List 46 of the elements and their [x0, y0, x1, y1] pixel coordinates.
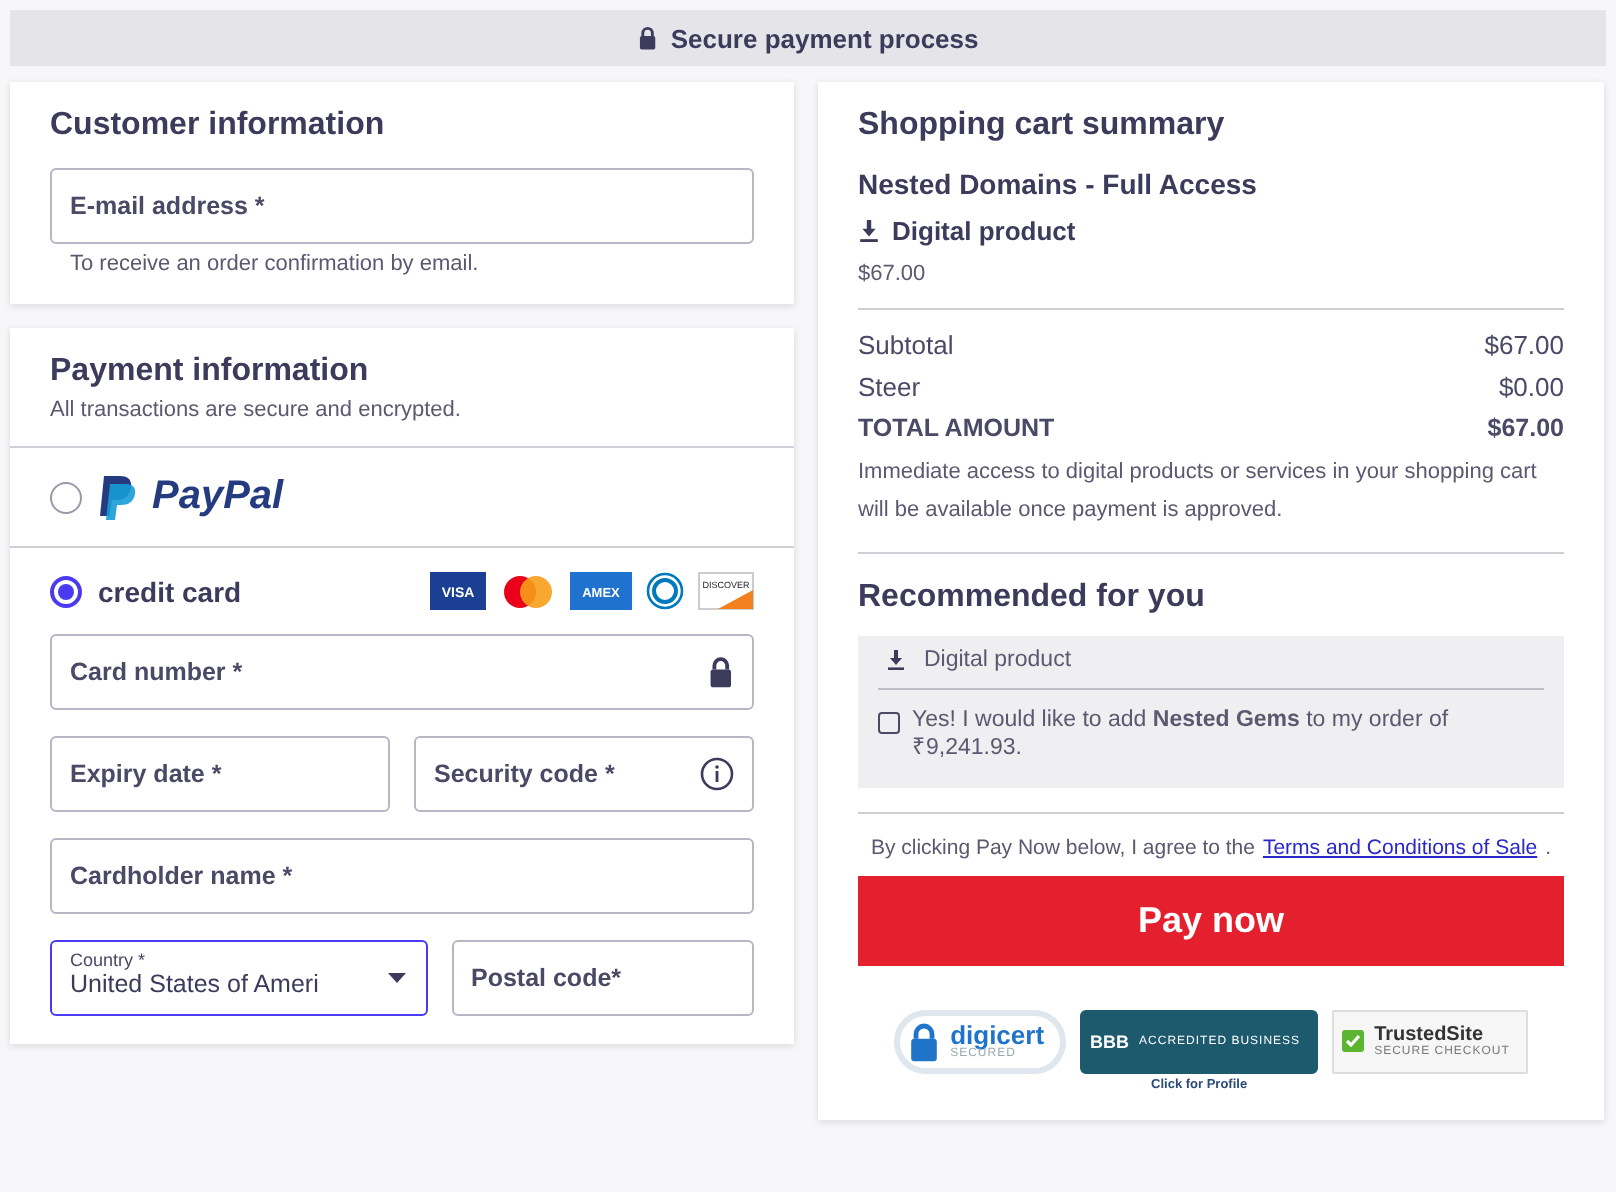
caret-icon	[387, 973, 405, 983]
method-label: credit card	[98, 575, 242, 607]
radio-button[interactable]	[50, 575, 82, 607]
pay-now-button[interactable]: Pay now	[858, 875, 1564, 966]
section-title: Shopping cart summary	[858, 108, 1227, 144]
section-subtitle: All transactions are secure and encrypted.	[50, 398, 463, 422]
banner-text: Secure payment process	[670, 23, 979, 53]
offer-text: Yes! I would like to add Nested Gems to my order of ₹9,241.93.	[912, 706, 1451, 764]
input-field[interactable]: Expiry date *	[50, 736, 390, 812]
summary-label: Subtotal	[858, 330, 954, 360]
field-hint: To receive an order confirmation by email.	[70, 252, 481, 276]
checkbox[interactable]	[878, 712, 900, 734]
checkmark-icon	[1342, 1030, 1365, 1053]
summary-value: $67.00	[1487, 414, 1564, 442]
radio-button[interactable]	[50, 481, 82, 513]
mastercard-logo	[500, 573, 556, 609]
country-select[interactable]: Country * United States of Ameri	[50, 940, 427, 1016]
terms-end: .	[1545, 835, 1552, 860]
padlock-icon	[908, 1021, 941, 1062]
summary-label: Steer	[858, 372, 921, 402]
email-field[interactable]: E-mail address *	[50, 168, 754, 244]
info-icon[interactable]	[700, 757, 734, 791]
section-title: Recommended for you	[858, 580, 1207, 616]
input-field[interactable]: Postal code*	[451, 940, 754, 1016]
input-field[interactable]: Security code *	[414, 736, 754, 812]
access-note: Immediate access to digital products or services in your shopping cart will be available once payment is approved.	[858, 458, 1539, 526]
paypal-logo-icon	[98, 475, 136, 519]
summary-value: $67.00	[1484, 330, 1564, 360]
product-price: $67.00	[858, 262, 928, 286]
download-icon	[886, 650, 906, 670]
section-title: Customer information	[50, 108, 387, 144]
product-type: Digital product	[892, 216, 1076, 246]
input-field[interactable]: Card number *	[50, 634, 754, 710]
product-name: Nested Domains - Full Access	[858, 168, 1259, 200]
lock-icon	[637, 26, 657, 50]
lock-icon	[708, 656, 734, 688]
summary-label: TOTAL AMOUNT	[858, 414, 1055, 442]
paypal-logo-text: PayPal	[152, 474, 284, 520]
terms-link[interactable]: Terms and Conditions of Sale	[1262, 835, 1538, 860]
terms-text: By clicking Pay Now below, I agree to the	[870, 835, 1255, 860]
recommendation-type: Digital product	[924, 648, 1072, 672]
section-title: Payment information	[50, 354, 371, 390]
summary-value: $0.00	[1498, 372, 1564, 402]
diners-logo	[646, 572, 684, 610]
input-field[interactable]: Cardholder name *	[50, 838, 754, 914]
download-icon	[858, 220, 880, 242]
